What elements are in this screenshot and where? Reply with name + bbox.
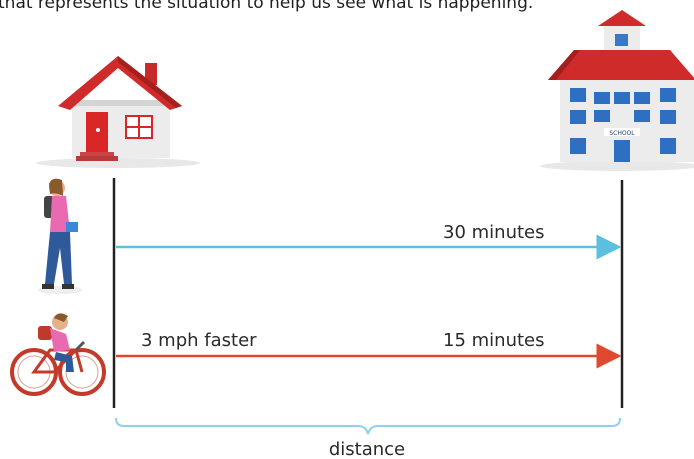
bike-time-label: 15 minutes bbox=[443, 330, 545, 351]
school-icon: SCHOOL bbox=[540, 10, 694, 171]
bike-speed-label: 3 mph faster bbox=[141, 330, 257, 351]
distance-brace bbox=[115, 417, 621, 435]
school-sign: SCHOOL bbox=[609, 130, 635, 137]
distance-diagram: SCHOOL 30 minutes 3 mph faster 15 minute… bbox=[10, 10, 694, 459]
walk-time-label: 30 minutes bbox=[443, 222, 545, 243]
cyclist-icon bbox=[10, 313, 106, 396]
walker-icon bbox=[38, 178, 82, 294]
distance-label: distance bbox=[329, 439, 405, 459]
house-icon bbox=[36, 56, 200, 168]
